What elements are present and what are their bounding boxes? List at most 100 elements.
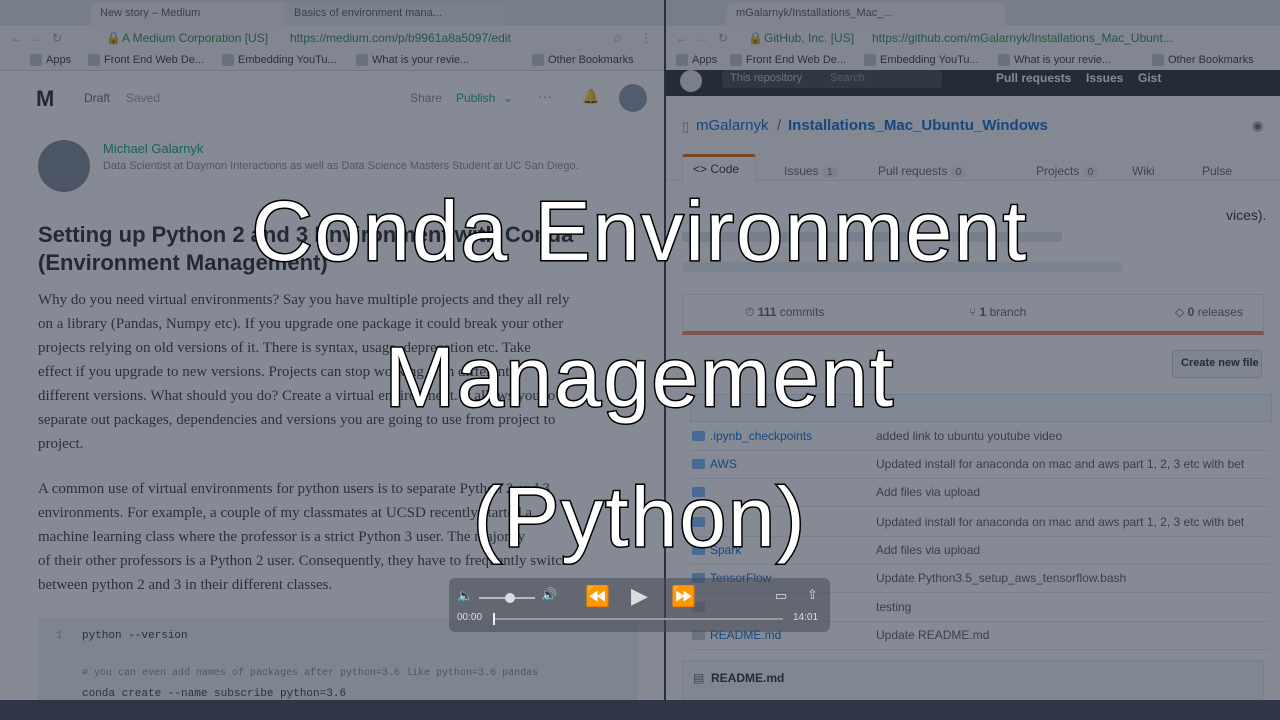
file-name[interactable]: AWS (710, 457, 737, 471)
star-icon[interactable]: ☆ (612, 26, 623, 50)
back-icon[interactable]: ← (10, 26, 22, 50)
bookmark-label: Front End Web De... (746, 54, 847, 66)
bell-icon[interactable]: 🔔 (582, 88, 599, 105)
url-text[interactable]: https://medium.com/p/b9961a8a5097/edit (290, 26, 511, 50)
bookmark-label: What is your revie... (372, 54, 470, 66)
tab-projects[interactable]: Projects 0 (1036, 164, 1099, 178)
total-time: 14:01 (793, 612, 819, 623)
watch-icon[interactable]: ◉ (1252, 118, 1263, 134)
branch-link[interactable]: ⑂ 1 branch (969, 305, 1026, 319)
releases-link[interactable]: ◇ 0 releases (1175, 305, 1243, 319)
site-identity[interactable]: GitHub, Inc. [US] (764, 26, 854, 50)
folder-icon (532, 54, 544, 67)
volume-icon[interactable]: 🔈 (457, 588, 473, 604)
github-logo-icon[interactable] (680, 70, 702, 92)
path-separator: / (777, 117, 782, 134)
url-text[interactable]: https://github.com/mGalarnyk/Installatio… (872, 26, 1173, 50)
file-name[interactable]: .ipynb_checkpoints (710, 429, 812, 443)
bookmark-label: Embedding YouTu... (880, 54, 979, 66)
search-input[interactable]: This repository Search (722, 70, 942, 88)
tab-github[interactable]: mGalarnyk/Installations_Mac_... (726, 3, 1006, 26)
author-avatar[interactable] (38, 140, 90, 192)
tab-pulse[interactable]: Pulse (1202, 164, 1232, 178)
tab-label: <> Code (693, 162, 740, 176)
bookmark-label: Other Bookmarks (548, 54, 634, 66)
repo-owner-link[interactable]: mGalarnyk (696, 117, 769, 134)
code-line: conda create --name subscribe python=3.6 (82, 688, 347, 700)
publish-button[interactable]: Publish (456, 91, 495, 105)
search-placeholder: Search (830, 72, 865, 84)
play-icon[interactable]: ▶ (631, 583, 648, 609)
commit-message[interactable]: Update Python3.5_setup_aws_tensorflow.ba… (876, 571, 1126, 585)
chevron-down-icon[interactable]: ⌄ (503, 91, 513, 105)
rewind-icon[interactable]: ⏪ (585, 584, 610, 609)
repo-name-link[interactable]: Installations_Mac_Ubuntu_Windows (788, 117, 1048, 134)
pr-count-badge: 0 (950, 167, 967, 178)
code-line: python --version (82, 630, 188, 642)
menu-icon[interactable]: ⋮ (640, 26, 652, 50)
bookmark-label: Other Bookmarks (1168, 54, 1254, 66)
issues-count-badge: 1 (822, 167, 838, 178)
bookmark-frontend[interactable]: Front End Web De... (730, 50, 846, 70)
tab-wiki[interactable]: Wiki (1132, 164, 1155, 178)
bookmark-label: Apps (692, 54, 718, 66)
volume-knob[interactable] (504, 593, 515, 603)
tab-issues[interactable]: Issues 1 (784, 164, 838, 178)
tab-code[interactable]: <> Code (682, 154, 756, 183)
bookmark-other[interactable]: Other Bookmarks (1152, 50, 1254, 70)
readme-header: ▤ README.md (682, 660, 1264, 702)
commit-message[interactable]: Updated install for anaconda on mac and … (876, 457, 1244, 471)
tab-medium[interactable]: New story – Medium (90, 3, 290, 26)
quora-icon (998, 54, 1010, 67)
releases-label: releases (1197, 305, 1243, 319)
bookmark-other[interactable]: Other Bookmarks (532, 50, 634, 70)
paragraph-line: Why do you need virtual environments? Sa… (38, 292, 570, 308)
scrubber-playhead[interactable] (493, 613, 495, 625)
bookmark-apps[interactable]: Apps (30, 50, 71, 70)
commits-link[interactable]: ⏱ 111 commits (745, 305, 824, 320)
bookmark-embedding[interactable]: Embedding YouTu... (864, 50, 979, 70)
address-bar[interactable]: ← → ↻ 🔒 GitHub, Inc. [US] https://github… (666, 26, 1280, 51)
share-icon[interactable]: ⇧ (807, 587, 818, 603)
bookmark-embedding[interactable]: Embedding YouTu... (222, 50, 337, 70)
lock-icon: 🔒 (106, 31, 121, 45)
more-button[interactable]: ··· (538, 88, 552, 104)
tab-basics[interactable]: Basics of environment mana... (284, 3, 504, 26)
reload-icon[interactable]: ↻ (52, 26, 62, 50)
avatar[interactable] (619, 84, 647, 112)
bookmark-frontend[interactable]: Front End Web De... (88, 50, 204, 70)
commit-message[interactable]: added link to ubuntu youtube video (876, 429, 1062, 443)
bookmark-apps[interactable]: Apps (676, 50, 717, 70)
reload-icon[interactable]: ↻ (718, 26, 728, 50)
airplay-icon[interactable]: ▭ (775, 588, 787, 604)
share-button[interactable]: Share (410, 91, 442, 105)
forward-icon[interactable]: → (30, 26, 42, 50)
branch-count: 1 (979, 305, 987, 319)
commit-message[interactable]: testing (876, 600, 911, 614)
volume-slider[interactable] (479, 593, 535, 603)
folder-icon (1152, 54, 1164, 67)
nav-pull-requests[interactable]: Pull requests (996, 71, 1071, 85)
back-icon[interactable]: ← (676, 26, 688, 50)
file-row[interactable]: .ipynb_checkpoints added link to ubuntu y… (690, 422, 1270, 451)
tab-pull-requests[interactable]: Pull requests 0 (878, 164, 967, 178)
forward-icon[interactable]: → (696, 26, 708, 50)
video-player-controls: 🔈 🔊 ⏪ ▶ ⏩ ▭ ⇧ 00:00 14:01 (449, 578, 830, 632)
bookmark-review[interactable]: What is your revie... (356, 50, 469, 70)
tab-label: Projects (1036, 164, 1080, 178)
address-bar[interactable]: ← → ↻ 🔒 A Medium Corporation [US] https:… (0, 26, 664, 51)
nav-issues[interactable]: Issues (1086, 71, 1123, 85)
commit-message[interactable]: Update README.md (876, 628, 989, 642)
site-icon (222, 54, 234, 67)
fast-forward-icon[interactable]: ⏩ (671, 584, 696, 609)
medium-logo-icon[interactable]: M (36, 86, 64, 111)
bookmark-review[interactable]: What is your revie... (998, 50, 1111, 70)
readme-title[interactable]: README.md (711, 671, 784, 685)
tab-label: Issues (784, 164, 819, 178)
scrubber-track[interactable] (493, 613, 783, 625)
author-name[interactable]: Michael Galarnyk (103, 141, 203, 156)
bookmark-label: Front End Web De... (104, 54, 205, 66)
nav-gist[interactable]: Gist (1138, 71, 1161, 85)
site-identity[interactable]: A Medium Corporation [US] (122, 26, 268, 50)
repo-icon: ▯ (682, 119, 690, 134)
